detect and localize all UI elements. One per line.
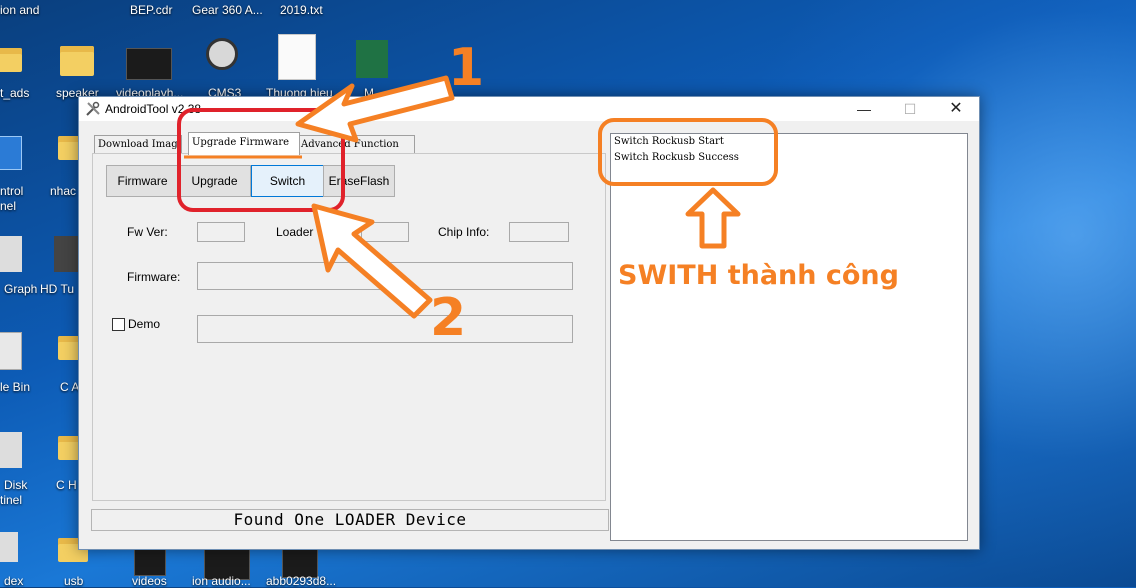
firmware-button[interactable]: Firmware (106, 165, 179, 197)
step-number-2: 2 (430, 288, 467, 348)
desktop-icon-label[interactable]: Disk (4, 478, 27, 492)
desktop-icon-label[interactable]: videos (132, 574, 167, 588)
tab-upgrade-firmware[interactable]: Upgrade Firmware (188, 132, 300, 155)
firmware-label: Firmware: (127, 270, 181, 284)
desktop-icon-label[interactable]: dex (4, 574, 23, 588)
maximize-button[interactable]: ☐ (887, 97, 933, 121)
image-file-icon[interactable] (278, 34, 316, 80)
erase-flash-button[interactable]: EraseFlash (323, 165, 395, 197)
tools-icon (86, 101, 100, 116)
desktop-icon-label[interactable]: ion and (0, 3, 39, 17)
fw-ver-label: Fw Ver: (127, 225, 168, 239)
webcam-icon[interactable] (206, 38, 238, 70)
log-line: Switch Rockusb Start (614, 136, 724, 147)
desktop-icon-label[interactable]: BEP.cdr (130, 3, 172, 17)
demo-checkbox[interactable] (112, 318, 125, 331)
chip-info-field (509, 222, 569, 242)
desktop-icon-label[interactable]: ntrol (0, 184, 23, 198)
desktop-icon-label[interactable]: t_ads (0, 86, 29, 100)
folder-icon[interactable] (0, 48, 22, 72)
demo-label[interactable]: Demo (128, 317, 160, 331)
upgrade-button[interactable]: Upgrade (178, 165, 251, 197)
close-button[interactable]: ✕ (933, 97, 979, 121)
loader-ver-field (361, 222, 409, 242)
desktop-icon-label[interactable]: Graph (4, 282, 37, 296)
loader-ver-label: Loader Ver: (276, 225, 339, 239)
tab-download-image[interactable]: Download Image (94, 135, 182, 154)
desktop-icon-label[interactable]: ion audio... (192, 574, 251, 588)
desktop-icon-label: tinel (0, 493, 23, 507)
desktop-icon-label: nel (0, 199, 17, 213)
minimize-button[interactable]: — (841, 97, 887, 121)
desktop-icon-label[interactable]: abb0293d8... (266, 574, 336, 588)
app-icon[interactable] (0, 236, 22, 272)
step-number-1: 1 (448, 38, 485, 98)
firmware-path-field[interactable] (197, 262, 573, 290)
success-callout: SWITH thành công (618, 260, 899, 291)
excel-icon[interactable] (356, 40, 388, 78)
video-thumbnail-icon[interactable] (126, 48, 172, 80)
desktop-icon-label[interactable]: Gear 360 A... (192, 3, 263, 17)
desktop-icon-label[interactable]: C H (56, 478, 77, 492)
desktop-icon-label[interactable]: HD Tu (40, 282, 74, 296)
switch-button[interactable]: Switch (251, 165, 324, 197)
demo-path-field[interactable] (197, 315, 573, 343)
desktop-icon-label[interactable]: 2019.txt (280, 3, 323, 17)
folder-icon[interactable] (60, 46, 94, 76)
disk-icon[interactable] (0, 432, 22, 468)
desktop-icon-label[interactable]: usb (64, 574, 83, 588)
desktop-icon-label[interactable]: C A (60, 380, 79, 394)
android-tool-window: AndroidTool v2.38 — ☐ ✕ Download Image U… (78, 96, 980, 550)
title-bar[interactable]: AndroidTool v2.38 — ☐ ✕ (79, 97, 979, 121)
chip-info-label: Chip Info: (438, 225, 490, 239)
recycle-bin-icon[interactable] (0, 332, 22, 370)
fw-ver-field (197, 222, 245, 242)
window-title: AndroidTool v2.38 (105, 102, 202, 116)
status-bar: Found One LOADER Device (91, 509, 609, 531)
app-icon[interactable] (0, 532, 18, 562)
log-output[interactable]: Switch Rockusb Start Switch Rockusb Succ… (610, 133, 968, 541)
desktop-icon-label[interactable]: nhac (50, 184, 76, 198)
desktop-icon-label[interactable]: le Bin (0, 380, 30, 394)
log-line: Switch Rockusb Success (614, 152, 739, 163)
tab-advanced-function[interactable]: Advanced Function (297, 135, 415, 154)
control-panel-icon[interactable] (0, 136, 22, 170)
